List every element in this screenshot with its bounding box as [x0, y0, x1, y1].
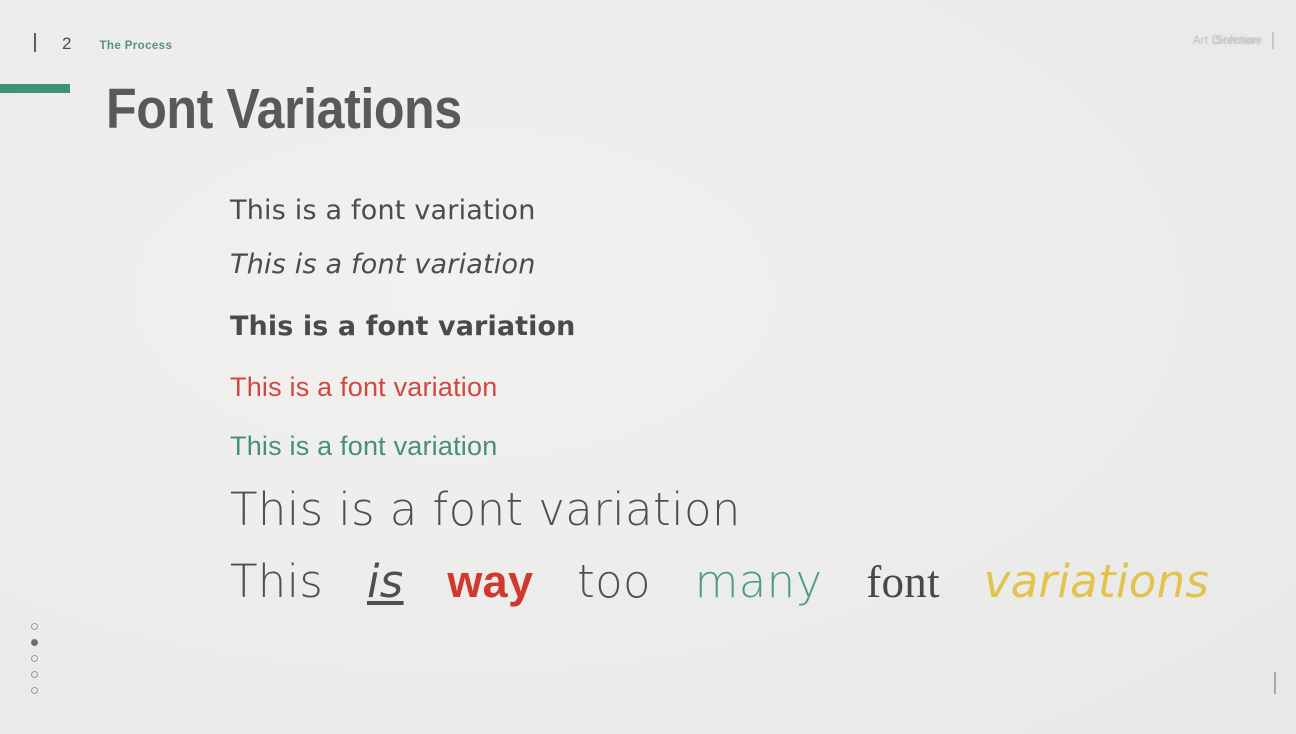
mixed-word-too: too [577, 555, 651, 608]
pagination-dot-2[interactable] [31, 639, 38, 646]
mixed-word-many: many [694, 555, 823, 608]
mixed-word-variations: variations [983, 555, 1210, 608]
font-variation-list: This is a font variation This is a font … [230, 188, 1230, 620]
pagination-dot-1[interactable] [31, 623, 38, 630]
variation-line-large-light: This is a font variation [230, 483, 741, 536]
header-right-label-ghost: Software [1214, 34, 1263, 47]
section-label: The Process [99, 40, 173, 52]
variation-line-bold: This is a font variation [230, 311, 576, 342]
slide-header: 2 The Process Art Direction Software [0, 30, 1296, 60]
variation-line-red: This is a font variation [230, 372, 498, 402]
header-right-label: Art Direction Software [1193, 34, 1263, 47]
variation-line-italic: This is a font variation [230, 249, 536, 280]
slide-pagination-dots[interactable] [31, 623, 38, 694]
header-right-group: Art Direction Software [1193, 32, 1274, 49]
pagination-dot-3[interactable] [31, 655, 38, 662]
page-title: Font Variations [106, 77, 462, 141]
page-number: 2 [62, 34, 72, 53]
slide-canvas: 2 The Process Art Direction Software Fon… [0, 0, 1296, 734]
corner-tick-mark [1274, 672, 1276, 694]
header-left-group: 2 The Process [34, 30, 172, 54]
title-accent-bar [0, 84, 70, 93]
variation-line-green: This is a font variation [230, 431, 498, 461]
pagination-dot-4[interactable] [31, 671, 38, 678]
mixed-word-this: This [230, 555, 324, 608]
mixed-word-way: way [447, 556, 534, 607]
variation-line-mixed: This is way too many font variations [230, 544, 1230, 620]
header-divider-tick [34, 33, 36, 52]
mixed-word-font: font [866, 557, 940, 607]
header-right-tick [1272, 32, 1274, 49]
pagination-dot-5[interactable] [31, 687, 38, 694]
mixed-word-is: is [366, 555, 404, 608]
variation-line-regular: This is a font variation [230, 195, 536, 226]
